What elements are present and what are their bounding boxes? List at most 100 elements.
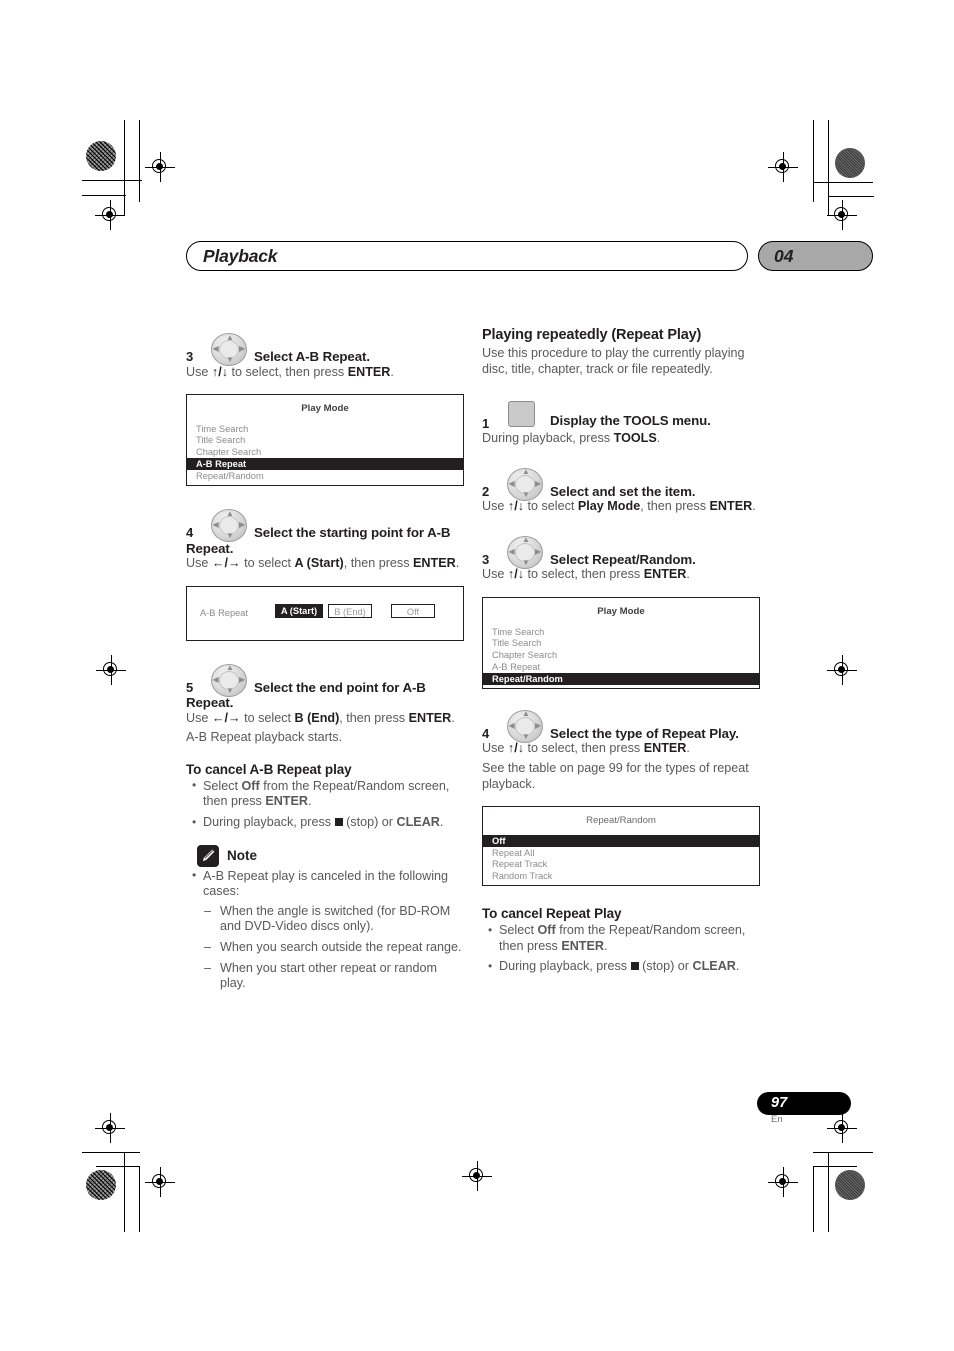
step-3-select-ab-repeat: 3 ▲ ▼ ◀ ▶ Select A-B Repeat.: [186, 332, 464, 366]
step-4-instruction: Use ←/→ to select A (Start), then press …: [186, 556, 460, 571]
print-registration-marks: [0, 0, 954, 1351]
registration-target: [827, 1113, 857, 1143]
osd-item[interactable]: Repeat/Random: [187, 470, 463, 482]
note-label: Note: [227, 847, 257, 863]
step-1-display-tools-menu: 1 Display the TOOLS menu.: [482, 399, 760, 431]
osd-title: Play Mode: [597, 605, 645, 617]
crop-rule: [124, 1152, 126, 1232]
osd-title: Repeat/Random: [586, 815, 656, 827]
registration-target: [827, 655, 857, 685]
list-item: During playback, press (stop) or CLEAR.: [186, 815, 464, 831]
osd-item[interactable]: Chapter Search: [483, 650, 759, 662]
crop-rule: [96, 1166, 140, 1168]
list-item: Select Off from the Repeat/Random screen…: [482, 923, 760, 954]
dpad-icon: ▲ ▼ ◀ ▶: [211, 332, 247, 366]
page-language-code: En: [771, 1114, 783, 1125]
step-number: 5: [186, 679, 194, 695]
leftright-arrows: ←/→: [211, 556, 241, 571]
osd-item[interactable]: A-B Repeat: [483, 661, 759, 673]
osd-item-list: Time Search Title Search Chapter Search …: [187, 423, 463, 482]
registration-target: [768, 152, 798, 182]
crop-rule: [139, 1166, 141, 1232]
osd-item-selected[interactable]: Repeat/Random: [483, 673, 759, 685]
play-mode-osd-right: Play Mode Time Search Title Search Chapt…: [482, 596, 760, 689]
tools-key-icon: [508, 401, 535, 428]
play-mode-osd-left: Play Mode Time Search Title Search Chapt…: [186, 394, 464, 487]
step-number: 3: [482, 551, 490, 567]
chapter-number: 04: [774, 246, 794, 266]
osd-item[interactable]: Chapter Search: [187, 447, 463, 459]
density-patch-bottom-right: [835, 1170, 865, 1200]
crop-rule: [124, 120, 126, 216]
step-2-select-set-item: 2 ▲ ▼ ◀ ▶ Select and set the item.: [482, 467, 760, 501]
note-bullet-list: A-B Repeat play is canceled in the follo…: [186, 868, 464, 900]
ab-option-off[interactable]: Off: [391, 603, 435, 618]
section-heading: Playing repeatedly (Repeat Play): [482, 327, 702, 343]
registration-target: [96, 655, 126, 685]
crop-rule: [139, 120, 141, 202]
ab-repeat-osd: A-B Repeat A (Start) B (End) Off: [186, 585, 464, 641]
osd-item-list: Off Repeat All Repeat Track Random Track: [483, 835, 759, 882]
crop-rule: [813, 182, 873, 184]
osd-item-selected[interactable]: A-B Repeat: [187, 458, 463, 471]
list-item: When you start other repeat or random pl…: [202, 961, 464, 992]
stop-square-icon: [630, 962, 639, 971]
crop-rule: [813, 1166, 857, 1168]
step-number: 4: [186, 525, 194, 541]
osd-item[interactable]: Random Track: [483, 871, 759, 883]
step-4-select-start-point: 4 ▲ ▼ ◀ ▶ Select the starting point for A-…: [186, 508, 464, 556]
density-patch-bottom-left: [86, 1170, 116, 1200]
crop-rule: [828, 196, 874, 198]
density-patch-top-left: [86, 141, 116, 171]
registration-target: [95, 200, 125, 230]
dpad-icon: ▲ ▼ ◀ ▶: [507, 709, 543, 743]
list-item: When you search outside the repeat range…: [202, 940, 464, 956]
ab-option-a-start[interactable]: A (Start): [275, 603, 323, 618]
list-item: When the angle is switched (for BD-ROM a…: [202, 904, 464, 935]
right-column: Playing repeatedly (Repeat Play) Use thi…: [482, 327, 760, 980]
list-item: A-B Repeat play is canceled in the follo…: [186, 868, 464, 900]
crop-rule: [813, 1152, 873, 1154]
step-number: 1: [482, 416, 490, 432]
pencil-note-icon: [197, 844, 219, 867]
note-header: Note: [186, 844, 464, 869]
cancel-ab-bullet-list: Select Off from the Repeat/Random screen…: [186, 778, 464, 831]
osd-item[interactable]: Repeat Track: [483, 859, 759, 871]
left-column: 3 ▲ ▼ ◀ ▶ Select A-B Repeat. Use ↑/↓ to se…: [186, 330, 464, 997]
ab-option-b-end[interactable]: B (End): [328, 603, 372, 618]
repeat-random-osd: Repeat/Random Off Repeat All Repeat Trac…: [482, 806, 760, 887]
stop-square-icon: [334, 818, 343, 827]
chapter-title-bar: Playback: [186, 241, 748, 271]
crop-rule: [82, 1152, 140, 1154]
step-number: 2: [482, 483, 490, 499]
step-5-note: A-B Repeat playback starts.: [186, 730, 343, 745]
dpad-icon: ▲ ▼ ◀ ▶: [211, 663, 247, 697]
osd-item[interactable]: Time Search: [483, 626, 759, 638]
crop-rule: [828, 1152, 830, 1232]
step-1-instruction: During playback, press TOOLS.: [482, 431, 661, 446]
list-item: Select Off from the Repeat/Random screen…: [186, 778, 464, 810]
cancel-repeat-heading: To cancel Repeat Play: [482, 906, 622, 922]
osd-item-selected[interactable]: Off: [483, 835, 759, 848]
section-intro: Use this procedure to play the currently…: [482, 346, 745, 376]
dpad-icon: ▲ ▼ ◀ ▶: [507, 467, 543, 501]
registration-target: [462, 1161, 492, 1191]
step-4-reference: See the table on page 99 for the types o…: [482, 761, 749, 791]
chapter-number-badge: 04: [758, 241, 873, 271]
osd-item[interactable]: Time Search: [187, 423, 463, 435]
registration-target: [145, 152, 175, 182]
registration-target: [95, 1113, 125, 1143]
osd-item[interactable]: Title Search: [187, 435, 463, 447]
note-sub-list: When the angle is switched (for BD-ROM a…: [202, 904, 464, 992]
osd-item[interactable]: Title Search: [483, 638, 759, 650]
page-number: 97: [771, 1095, 788, 1111]
osd-item-list: Time Search Title Search Chapter Search …: [483, 626, 759, 685]
leftright-arrows: ←/→: [211, 710, 241, 725]
step-4-select-repeat-type: 4 ▲ ▼ ◀ ▶ Select the type of Repeat Play.: [482, 709, 760, 743]
step-number: 4: [482, 725, 490, 741]
dpad-icon: ▲ ▼ ◀ ▶: [211, 508, 247, 543]
registration-target: [145, 1167, 175, 1197]
crop-rule: [828, 120, 830, 216]
osd-item[interactable]: Repeat All: [483, 847, 759, 859]
cancel-repeat-bullet-list: Select Off from the Repeat/Random screen…: [482, 923, 760, 975]
